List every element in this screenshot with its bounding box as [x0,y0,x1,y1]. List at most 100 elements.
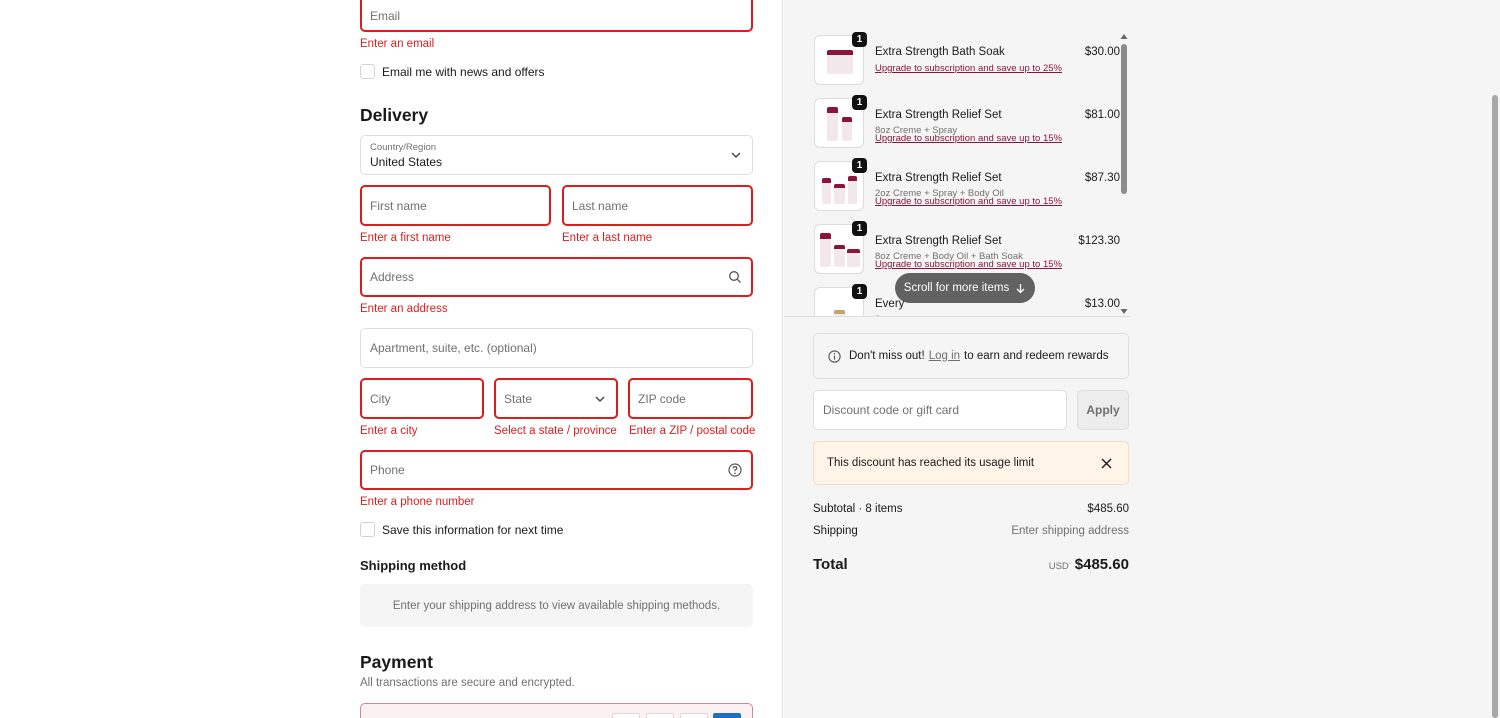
save-info-label[interactable]: Save this information for next time [382,523,563,537]
card-brand-icon [680,713,708,718]
discount-alert-text: This discount has reached its usage limi… [827,457,1035,469]
product-name: Extra Strength Relief Set [875,172,1002,184]
last-name-placeholder: Last name [572,198,629,213]
page-scrollbar-thumb[interactable] [1492,95,1498,718]
upgrade-subscription-link[interactable]: Upgrade to subscription and save up to 1… [875,133,1062,144]
cart-scrollbar[interactable] [1119,30,1129,317]
country-select[interactable]: Country/Region United States [360,135,753,175]
page-scrollbar[interactable] [1488,0,1500,718]
info-icon [828,349,841,363]
quantity-badge: 1 [852,32,867,47]
rewards-banner: Don't miss out! Log in to earn and redee… [813,333,1129,379]
country-value: United States [370,155,443,169]
zip-error: Enter a ZIP / postal code [629,425,756,437]
delivery-heading: Delivery [360,105,429,125]
city-placeholder: City [370,391,391,406]
payment-subtitle: All transactions are secure and encrypte… [360,677,575,689]
first-name-field[interactable]: First name [360,185,551,226]
payment-option-card[interactable] [360,703,753,718]
first-name-error: Enter a first name [360,232,451,244]
phone-error: Enter a phone number [360,496,475,508]
cart-item: 1 Extra Strength Bath Soak Upgrade to su… [814,32,1120,95]
phone-field[interactable]: Phone [360,450,753,490]
upgrade-subscription-link[interactable]: Upgrade to subscription and save up to 1… [875,196,1062,207]
state-error: Select a state / province [494,425,617,437]
apartment-placeholder: Apartment, suite, etc. (optional) [370,341,537,355]
scroll-more-label: Scroll for more items [903,282,1010,294]
subtotal-label: Subtotal · 8 items [813,503,903,515]
arrow-down-icon [1016,283,1025,293]
phone-placeholder: Phone [370,463,405,477]
address-placeholder: Address [370,270,415,284]
apartment-field[interactable]: Apartment, suite, etc. (optional) [360,328,753,368]
first-name-placeholder: First name [370,198,427,213]
total-value: $485.60 [1074,556,1129,573]
product-price: $30.00 [1084,46,1120,58]
card-brand-icon [713,713,741,718]
city-field[interactable]: City [360,378,484,419]
discount-placeholder: Discount code or gift card [823,403,960,417]
address-field[interactable]: Address [360,257,753,297]
email-placeholder: Email [370,9,401,23]
product-name: Extra Strength Relief Set [875,235,1002,247]
city-error: Enter a city [360,425,418,437]
cart-scrollbar-thumb[interactable] [1121,44,1127,194]
help-circle-icon[interactable] [728,463,742,477]
shipping-method-heading: Shipping method [360,558,467,573]
upgrade-subscription-link[interactable]: Upgrade to subscription and save up to 2… [875,63,1062,74]
product-name: Extra Strength Relief Set [875,109,1002,121]
product-price: $123.30 [1078,235,1120,247]
search-icon[interactable] [728,270,742,284]
news-checkbox[interactable] [360,64,375,79]
scroll-more-button[interactable]: Scroll for more items [895,273,1035,303]
country-label: Country/Region [370,142,437,153]
close-icon[interactable] [1101,458,1112,469]
shipping-label: Shipping [813,525,858,537]
email-error: Enter an email [360,38,435,50]
chevron-down-icon [731,152,741,158]
product-name: Extra Strength Bath Soak [875,46,1005,58]
total-amount: USD $485.60 [1049,556,1129,573]
address-error: Enter an address [360,303,448,315]
total-currency: USD [1048,561,1069,572]
quantity-badge: 1 [852,221,867,236]
upgrade-subscription-link[interactable]: Upgrade to subscription and save up to 1… [875,259,1062,270]
rewards-suffix: to earn and redeem rewards [964,350,1109,362]
discount-error-alert: This discount has reached its usage limi… [813,441,1129,485]
scroll-up-arrow-icon[interactable] [1119,32,1129,40]
total-label: Total [813,556,848,573]
apply-label: Apply [1086,403,1120,417]
email-field[interactable]: Email [360,0,753,32]
card-brand-icon [646,713,674,718]
shipping-value: Enter shipping address [1011,525,1129,537]
product-price: $13.00 [1084,298,1120,310]
product-price: $87.30 [1084,172,1120,184]
quantity-badge: 1 [852,158,867,173]
apply-discount-button[interactable]: Apply [1077,390,1129,430]
product-price: $81.00 [1084,109,1120,121]
login-link[interactable]: Log in [929,350,960,362]
subtotal-value: $485.60 [1087,503,1129,515]
state-placeholder: State [504,391,533,406]
chevron-down-icon [595,396,605,402]
rewards-prefix: Don't miss out! [849,350,925,362]
card-brand-icon [612,713,640,718]
zip-field[interactable]: ZIP code [628,378,753,419]
state-select[interactable]: State [494,378,618,419]
scroll-down-arrow-icon[interactable] [1119,308,1129,316]
shipping-method-box: Enter your shipping address to view avai… [360,584,753,627]
last-name-field[interactable]: Last name [562,185,753,226]
quantity-badge: 1 [852,95,867,110]
discount-code-input[interactable]: Discount code or gift card [813,390,1067,430]
save-info-checkbox[interactable] [360,522,375,537]
checkout-page: Email Enter an email Email me with news … [0,0,1500,718]
product-variant: 2oz [875,314,890,316]
checkout-form: Email Enter an email Email me with news … [0,0,783,718]
quantity-badge: 1 [852,284,867,299]
payment-heading: Payment [360,652,433,672]
order-summary: 1 Extra Strength Bath Soak Upgrade to su… [784,0,1500,718]
cart-item: 1 Extra Strength Relief Set 8oz Creme + … [814,95,1120,158]
news-checkbox-label[interactable]: Email me with news and offers [382,65,545,79]
last-name-error: Enter a last name [562,232,653,244]
cart-items-list[interactable]: 1 Extra Strength Bath Soak Upgrade to su… [784,30,1130,317]
